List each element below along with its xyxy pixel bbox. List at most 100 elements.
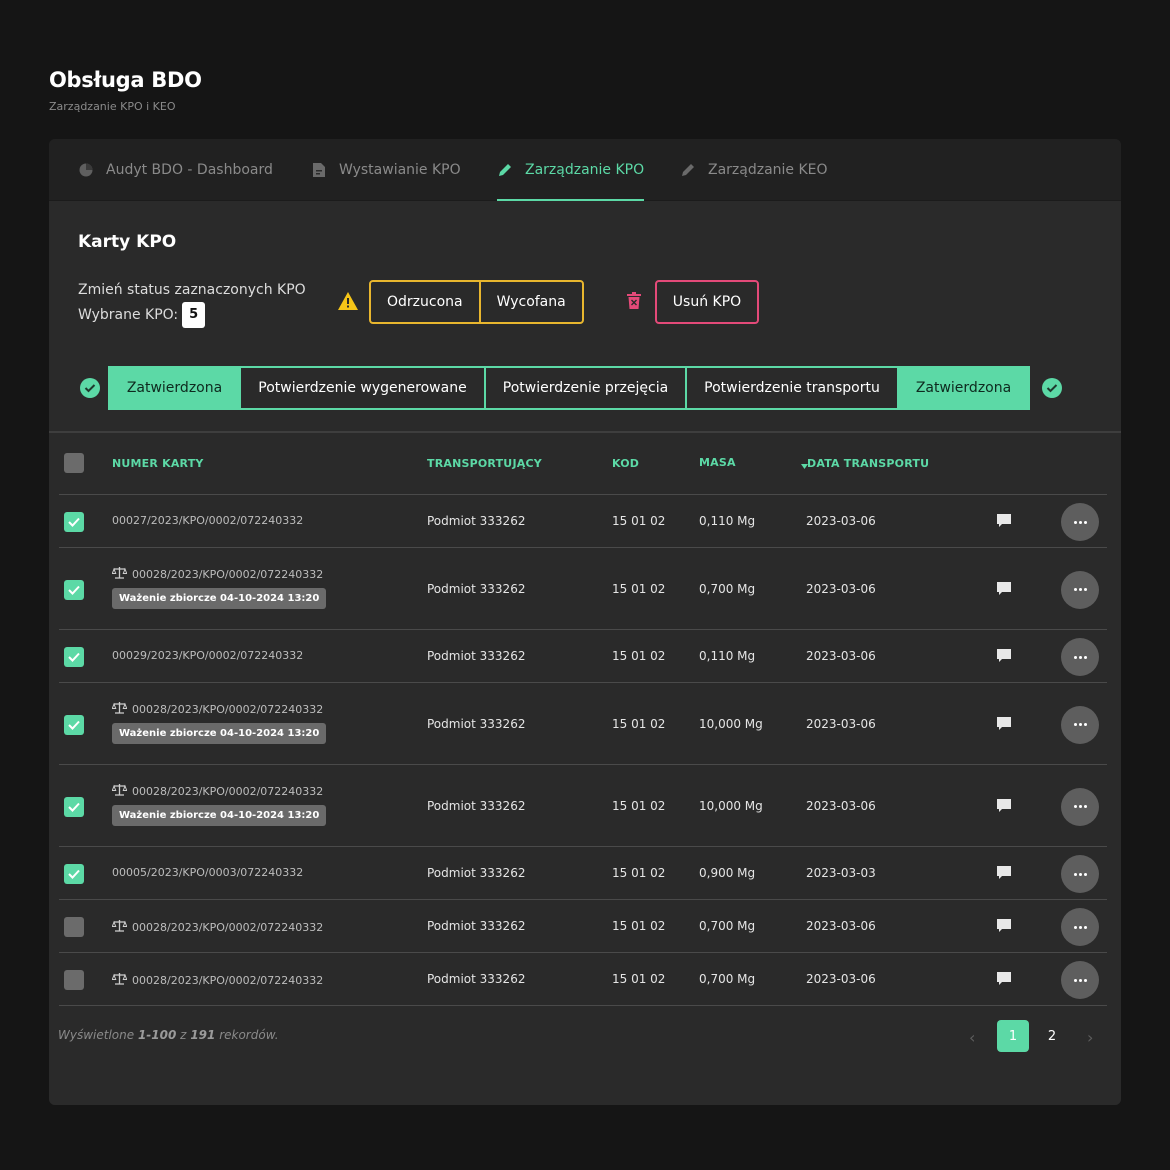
comment-icon[interactable]	[996, 648, 1014, 666]
more-actions-button[interactable]	[1061, 961, 1099, 999]
row-checkbox[interactable]	[64, 796, 84, 817]
weighing-badge: Ważenie zbiorcze 04-10-2024 13:20	[112, 723, 327, 744]
comment-icon[interactable]	[996, 865, 1014, 883]
check-circle-icon	[1041, 377, 1063, 403]
chevron-left-icon[interactable]: ‹	[969, 1028, 975, 1047]
card-number[interactable]: 00028/2023/KPO/0002/072240332	[132, 974, 323, 987]
card-number[interactable]: 00028/2023/KPO/0002/072240332	[132, 785, 323, 798]
card-number[interactable]: 00027/2023/KPO/0002/072240332	[112, 514, 303, 527]
comment-icon[interactable]	[996, 716, 1014, 734]
page-subtitle: Zarządzanie KPO i KEO	[49, 100, 176, 113]
flow-step-potwierdzenie-wygenerowane: Potwierdzenie wygenerowane	[239, 366, 486, 410]
more-actions-button[interactable]	[1061, 570, 1099, 609]
divider	[49, 431, 1121, 433]
dot	[1083, 978, 1087, 982]
row-checkbox[interactable]	[64, 714, 84, 735]
tab-label: Audyt BDO - Dashboard	[106, 162, 273, 178]
delete-kpo-button[interactable]: Usuń KPO	[655, 280, 759, 324]
tab-zarzadzanie-keo[interactable]: Zarządzanie KEO	[680, 139, 828, 201]
card-number-line: 00028/2023/KPO/0002/072240332	[111, 919, 323, 935]
header-kod[interactable]: KOD	[612, 457, 639, 470]
more-actions-button[interactable]	[1061, 908, 1099, 946]
checkmark-icon	[68, 802, 80, 812]
table-row[interactable]: 00028/2023/KPO/0002/072240332 Ważenie zbi…	[59, 684, 1107, 765]
header-transportujacy[interactable]: TRANSPORTUJĄCY	[427, 457, 542, 470]
card-number-line: 00028/2023/KPO/0002/072240332	[111, 701, 326, 717]
mass-cell: 0,700 Mg	[699, 581, 756, 596]
dot	[1078, 588, 1082, 591]
more-actions-button[interactable]	[1061, 638, 1099, 676]
code-cell: 15 01 02	[612, 919, 666, 933]
table-row[interactable]: 00028/2023/KPO/0002/072240332 Ważenie zbi…	[59, 766, 1107, 847]
dot	[1073, 872, 1077, 876]
dot	[1078, 805, 1082, 808]
records-info: Wyświetlone 1-100 z 191 rekordów.	[58, 1028, 279, 1042]
table-row[interactable]: 00028/2023/KPO/0002/072240332 Podmiot 333…	[59, 954, 1107, 1006]
table-row[interactable]: 00028/2023/KPO/0002/072240332 Podmiot 333…	[59, 901, 1107, 953]
card-number[interactable]: 00028/2023/KPO/0002/072240332	[132, 568, 323, 581]
wycofana-button[interactable]: Wycofana	[478, 282, 582, 322]
records-of: z	[180, 1028, 187, 1042]
row-checkbox[interactable]	[64, 864, 84, 884]
header-data-transportu[interactable]: DATA TRANSPORTU	[807, 457, 929, 470]
card-number[interactable]: 00029/2023/KPO/0002/072240332	[112, 649, 303, 662]
comment-icon[interactable]	[996, 581, 1014, 599]
dot	[1073, 655, 1077, 659]
card-number[interactable]: 00028/2023/KPO/0002/072240332	[132, 921, 323, 934]
tab-wystawianie-kpo[interactable]: Wystawianie KPO	[311, 139, 461, 201]
dot	[1073, 723, 1077, 726]
select-all-checkbox[interactable]	[64, 453, 84, 473]
comment-icon[interactable]	[996, 918, 1014, 936]
more-actions-button[interactable]	[1061, 787, 1099, 826]
carrier-cell: Podmiot 333262	[427, 514, 526, 528]
table-row[interactable]: 00028/2023/KPO/0002/072240332 Ważenie zbi…	[59, 549, 1107, 630]
mass-cell: 0,110 Mg	[699, 649, 756, 663]
code-cell: 15 01 02	[612, 581, 666, 596]
header-numer-karty[interactable]: NUMER KARTY	[112, 457, 204, 470]
table-row[interactable]: 00029/2023/KPO/0002/072240332 Podmiot 333…	[59, 631, 1107, 683]
tab-label: Wystawianie KPO	[339, 162, 461, 178]
chevron-right-icon[interactable]: ›	[1087, 1028, 1093, 1047]
page-button-1[interactable]: 1	[997, 1020, 1029, 1052]
checkmark-icon	[68, 585, 80, 595]
tab-bar: Audyt BDO - Dashboard Wystawianie KPO Za…	[49, 139, 1121, 201]
dot	[1083, 805, 1087, 808]
row-checkbox[interactable]	[64, 917, 84, 937]
card-number[interactable]: 00028/2023/KPO/0002/072240332	[132, 703, 323, 716]
more-actions-button[interactable]	[1061, 705, 1099, 744]
tab-zarzadzanie-kpo[interactable]: Zarządzanie KPO	[497, 139, 645, 201]
table-row[interactable]: 00027/2023/KPO/0002/072240332 Podmiot 333…	[59, 496, 1107, 548]
row-checkbox[interactable]	[64, 970, 84, 990]
flow-step-potwierdzenie-transportu: Potwierdzenie transportu	[685, 366, 899, 410]
main-card: Audyt BDO - Dashboard Wystawianie KPO Za…	[49, 139, 1121, 1105]
dot	[1073, 520, 1077, 524]
row-checkbox[interactable]	[64, 647, 84, 667]
date-cell: 2023-03-03	[806, 866, 876, 880]
row-checkbox[interactable]	[64, 579, 84, 600]
card-number-line: 00027/2023/KPO/0002/072240332	[112, 514, 303, 527]
comment-icon[interactable]	[996, 971, 1014, 989]
scale-icon	[111, 566, 128, 582]
card-number[interactable]: 00005/2023/KPO/0003/072240332	[112, 866, 303, 879]
tab-audyt-dashboard[interactable]: Audyt BDO - Dashboard	[78, 139, 273, 201]
table-row[interactable]: 00005/2023/KPO/0003/072240332 Podmiot 333…	[59, 848, 1107, 900]
carrier-cell: Podmiot 333262	[427, 649, 526, 663]
flow-step-zatwierdzona: Zatwierdzona	[108, 366, 241, 410]
more-actions-button[interactable]	[1061, 503, 1099, 541]
comment-icon[interactable]	[996, 798, 1014, 816]
page-button-2[interactable]: 2	[1036, 1020, 1068, 1052]
card-number-cell: 00028/2023/KPO/0002/072240332 Ważenie zbi…	[111, 566, 327, 609]
card-number-line: 00028/2023/KPO/0002/072240332	[111, 783, 326, 799]
code-cell: 15 01 02	[612, 972, 666, 986]
header-masa[interactable]: MASA	[699, 456, 736, 469]
scale-icon	[111, 701, 128, 717]
carrier-cell: Podmiot 333262	[427, 581, 526, 596]
row-checkbox[interactable]	[64, 512, 84, 532]
comment-icon[interactable]	[996, 513, 1014, 531]
records-prefix: Wyświetlone	[58, 1028, 135, 1042]
warning-icon	[337, 291, 359, 315]
odrzucona-button[interactable]: Odrzucona	[371, 282, 479, 322]
more-actions-button[interactable]	[1061, 855, 1099, 893]
dot	[1083, 520, 1087, 524]
scale-icon	[111, 972, 128, 988]
